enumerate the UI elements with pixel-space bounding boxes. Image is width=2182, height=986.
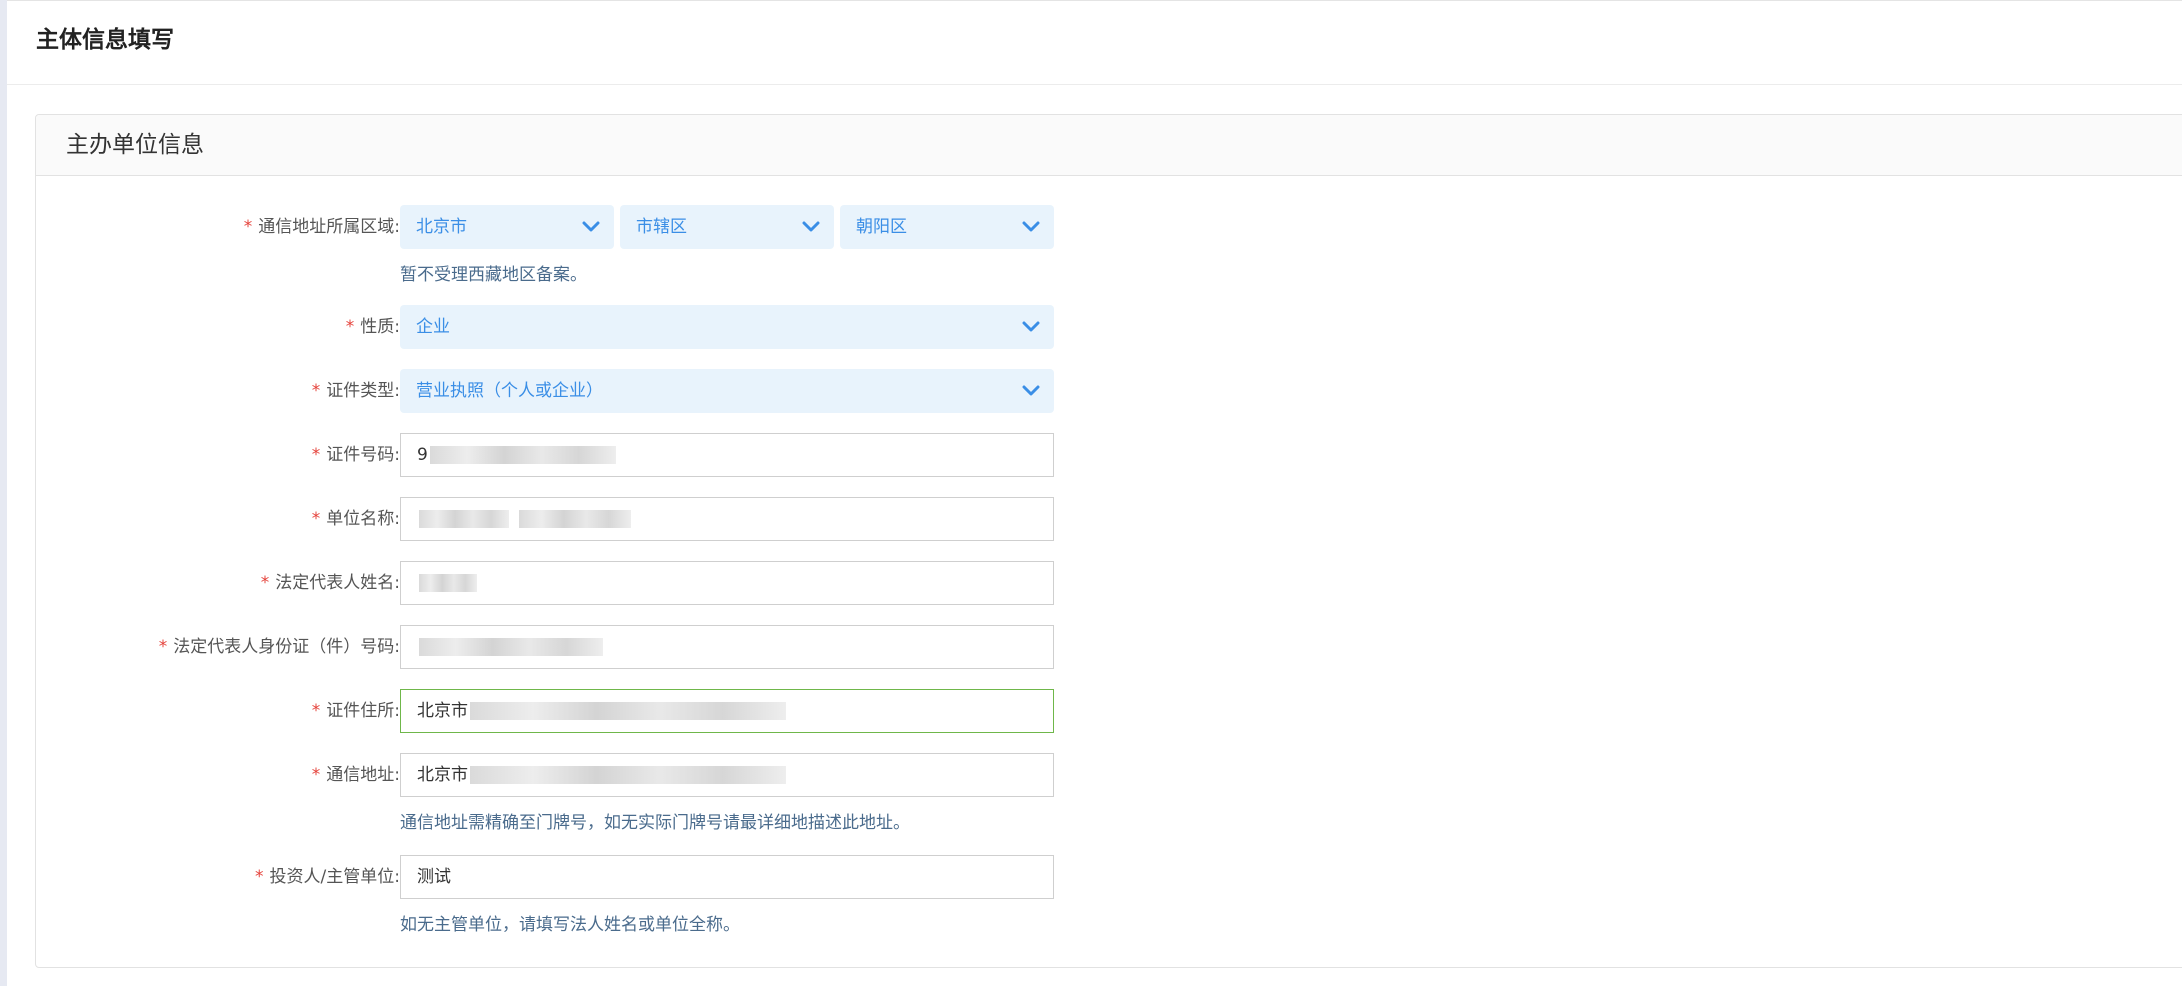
legal-rep-id-label: * 法定代表人身份证（件）号码: <box>158 637 400 657</box>
region-row: * 通信地址所属区域: 北京市 市辖区 朝阳区 <box>36 205 1076 249</box>
title-divider <box>7 84 2182 85</box>
city-value: 市辖区 <box>636 217 687 237</box>
mail-address-hint: 通信地址需精确至门牌号，如无实际门牌号请最详细地描述此地址。 <box>400 813 910 833</box>
required-mark: * <box>158 637 168 657</box>
investor-input[interactable]: 测试 <box>400 855 1054 899</box>
district-select[interactable]: 朝阳区 <box>840 205 1054 249</box>
panel-header: 主办单位信息 <box>36 115 2182 176</box>
cert-number-input[interactable]: 9 <box>400 433 1054 477</box>
redacted-text <box>470 766 786 784</box>
legal-rep-name-input[interactable] <box>400 561 1054 605</box>
region-label: * 通信地址所属区域: <box>243 217 400 237</box>
chevron-down-icon <box>582 221 600 232</box>
investor-row: * 投资人/主管单位: 测试 <box>36 855 1076 899</box>
region-hint: 暂不受理西藏地区备案。 <box>400 265 587 285</box>
nature-select[interactable]: 企业 <box>400 305 1054 349</box>
mail-address-input[interactable]: 北京市 <box>400 753 1054 797</box>
legal-rep-id-row: * 法定代表人身份证（件）号码: <box>36 625 1076 669</box>
cert-type-select[interactable]: 营业执照（个人或企业） <box>400 369 1054 413</box>
chevron-down-icon <box>1022 321 1040 332</box>
cert-address-input[interactable]: 北京市 <box>400 689 1054 733</box>
required-mark: * <box>311 509 321 529</box>
investor-hint: 如无主管单位，请填写法人姓名或单位全称。 <box>400 915 740 935</box>
page-title: 主体信息填写 <box>36 27 174 53</box>
unit-name-label: * 单位名称: <box>311 509 400 529</box>
cert-address-row: * 证件住所: 北京市 <box>36 689 1076 733</box>
required-mark: * <box>311 381 321 401</box>
legal-rep-name-row: * 法定代表人姓名: <box>36 561 1076 605</box>
unit-name-input[interactable] <box>400 497 1054 541</box>
cert-type-row: * 证件类型: 营业执照（个人或企业） <box>36 369 1076 413</box>
investor-value: 测试 <box>417 867 451 887</box>
required-mark: * <box>311 765 321 785</box>
nature-label: * 性质: <box>345 317 400 337</box>
chevron-down-icon <box>1022 221 1040 232</box>
legal-rep-id-input[interactable] <box>400 625 1054 669</box>
required-mark: * <box>311 445 321 465</box>
redacted-text <box>419 510 509 528</box>
cert-number-row: * 证件号码: 9 <box>36 433 1076 477</box>
cert-type-label: * 证件类型: <box>311 381 400 401</box>
cert-number-label: * 证件号码: <box>311 445 400 465</box>
redacted-text <box>419 638 603 656</box>
mail-address-row: * 通信地址: 北京市 <box>36 753 1076 797</box>
city-select[interactable]: 市辖区 <box>620 205 834 249</box>
required-mark: * <box>243 217 253 237</box>
redacted-text <box>470 702 786 720</box>
panel-title: 主办单位信息 <box>66 132 204 158</box>
legal-rep-name-label: * 法定代表人姓名: <box>260 573 400 593</box>
district-value: 朝阳区 <box>856 217 907 237</box>
left-sidebar-edge <box>0 0 7 986</box>
chevron-down-icon <box>1022 385 1040 396</box>
required-mark: * <box>260 573 270 593</box>
chevron-down-icon <box>802 221 820 232</box>
cert-address-value: 北京市 <box>417 701 468 721</box>
redacted-text <box>429 446 616 464</box>
required-mark: * <box>311 701 321 721</box>
top-border <box>7 0 2182 1</box>
mail-address-label: * 通信地址: <box>311 765 400 785</box>
redacted-text <box>419 574 477 592</box>
required-mark: * <box>345 317 355 337</box>
investor-label: * 投资人/主管单位: <box>255 867 400 887</box>
cert-number-value: 9 <box>417 445 428 465</box>
redacted-text <box>519 510 631 528</box>
cert-type-value: 营业执照（个人或企业） <box>416 381 603 401</box>
province-value: 北京市 <box>416 217 467 237</box>
province-select[interactable]: 北京市 <box>400 205 614 249</box>
mail-address-value: 北京市 <box>417 765 468 785</box>
sponsor-info-panel: 主办单位信息 * 通信地址所属区域: 北京市 市辖区 朝阳区 暂不受理西藏地区备案… <box>35 114 2182 968</box>
nature-value: 企业 <box>416 317 450 337</box>
nature-row: * 性质: 企业 <box>36 305 1076 349</box>
cert-address-label: * 证件住所: <box>311 701 400 721</box>
unit-name-row: * 单位名称: <box>36 497 1076 541</box>
required-mark: * <box>255 867 264 887</box>
